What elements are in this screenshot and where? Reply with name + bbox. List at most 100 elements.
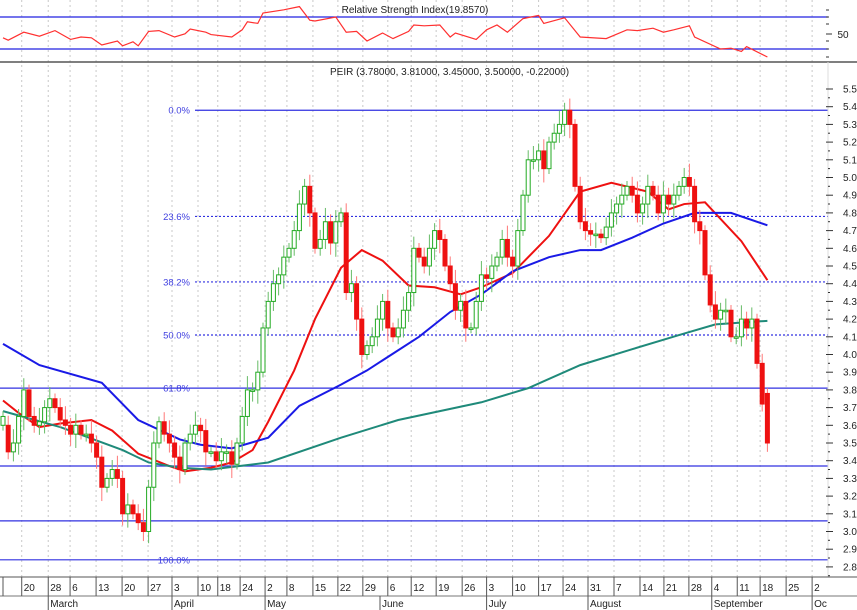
candle-body <box>406 292 412 311</box>
candle-body <box>109 469 115 479</box>
candle-body <box>354 283 360 320</box>
candle-body <box>296 203 302 232</box>
candle-body <box>156 421 162 444</box>
date-tick-label: 6 <box>72 583 78 594</box>
date-tick-label: 15 <box>315 583 327 594</box>
date-tick-label: 26 <box>464 583 476 594</box>
candle-body <box>723 309 729 313</box>
rsi-title: Relative Strength Index(19.8570) <box>342 5 489 16</box>
candle-body <box>203 430 209 453</box>
date-tick-label: 3 <box>174 583 180 594</box>
date-tick-label: 13 <box>98 583 110 594</box>
date-tick-label: 21 <box>666 583 678 594</box>
candle-body <box>146 486 152 532</box>
candle-body <box>0 415 6 426</box>
candle-body <box>151 442 157 488</box>
price-axis-label: 4.1 <box>843 332 857 343</box>
candle-body <box>619 194 625 205</box>
price-axis-label: 3.2 <box>843 492 857 503</box>
candlesticks <box>0 98 770 544</box>
candle-body <box>57 407 63 421</box>
candle-body <box>395 327 401 338</box>
date-tick-label: 29 <box>365 583 377 594</box>
candle-body <box>437 230 443 240</box>
price-axis: 5.5 5.4 5.3 5.2 5.1 5.0 4.9 4.8 4.7 4.6 4.5 4.4 4.3 4… <box>826 62 857 577</box>
date-tick-label: 6 <box>390 583 396 594</box>
candle-body <box>182 442 188 471</box>
date-tick-label: 17 <box>541 583 553 594</box>
month-label: May <box>267 599 286 610</box>
candle-body <box>68 424 74 435</box>
candle-body <box>239 415 245 444</box>
candle-body <box>562 109 568 125</box>
candle-body <box>302 185 308 205</box>
price-axis-label: 2.9 <box>843 545 857 556</box>
candle-body <box>187 433 193 444</box>
candle-body <box>655 194 661 214</box>
candle-body <box>463 300 469 329</box>
candle-body <box>213 451 219 462</box>
candle-body <box>172 442 178 458</box>
candle-body <box>47 398 53 409</box>
candle-body <box>660 194 666 214</box>
candle-body <box>567 109 573 125</box>
candle-body <box>666 194 672 205</box>
candle-body <box>255 371 261 391</box>
candle-body <box>541 150 547 170</box>
candle-body <box>640 203 646 214</box>
month-label: September <box>714 599 764 610</box>
candle-body <box>546 141 552 170</box>
candle-body <box>484 274 490 279</box>
candle-body <box>671 194 677 205</box>
price-axis-label: 4.3 <box>843 297 857 308</box>
date-tick-label: 19 <box>438 583 450 594</box>
candle-body <box>634 194 640 214</box>
date-tick-label: 20 <box>124 583 136 594</box>
candle-body <box>614 203 620 214</box>
candle-body <box>260 327 266 373</box>
vertical-gridlines <box>21 0 813 577</box>
price-axis-label: 3.4 <box>843 456 857 467</box>
candle-body <box>348 283 354 294</box>
candle-body <box>78 424 84 435</box>
date-tick-label: 20 <box>24 583 36 594</box>
price-axis-label: 5.2 <box>843 138 857 149</box>
price-axis-label: 4.5 <box>843 262 857 273</box>
candle-body <box>328 221 334 244</box>
candle-body <box>447 265 453 285</box>
date-tick-label: 18 <box>220 583 232 594</box>
candle-body <box>359 318 365 356</box>
candle-body <box>692 185 698 223</box>
candle-body <box>265 300 271 329</box>
date-tick-label: 4 <box>714 583 720 594</box>
candle-body <box>120 477 126 515</box>
candle-body <box>307 185 313 214</box>
candle-body <box>276 274 282 285</box>
price-axis-label: 5.4 <box>843 102 857 113</box>
candle-body <box>88 433 94 444</box>
moving-average-line <box>2 319 768 471</box>
date-tick-label: 25 <box>788 583 800 594</box>
month-label: Oc <box>814 599 827 610</box>
date-tick-label: 2 <box>814 583 820 594</box>
candle-body <box>489 265 495 279</box>
candle-body <box>629 185 635 196</box>
candle-body <box>317 238 323 249</box>
candle-body <box>244 389 250 417</box>
fib-level-label: 23.6% <box>163 212 190 223</box>
fib-level-label: 38.2% <box>163 277 190 288</box>
candle-body <box>416 247 422 258</box>
date-tick-label: 18 <box>762 583 774 594</box>
candle-body <box>229 451 235 465</box>
candle-body <box>738 318 744 338</box>
candle-body <box>343 212 349 294</box>
candle-body <box>681 177 687 187</box>
price-axis-label: 4.2 <box>843 315 857 326</box>
date-tick-label: 12 <box>413 583 425 594</box>
candle-body <box>130 504 136 515</box>
candle-body <box>312 212 318 249</box>
candle-body <box>707 274 713 306</box>
candle-body <box>515 230 521 267</box>
candle-body <box>286 247 292 258</box>
month-label: April <box>174 599 194 610</box>
